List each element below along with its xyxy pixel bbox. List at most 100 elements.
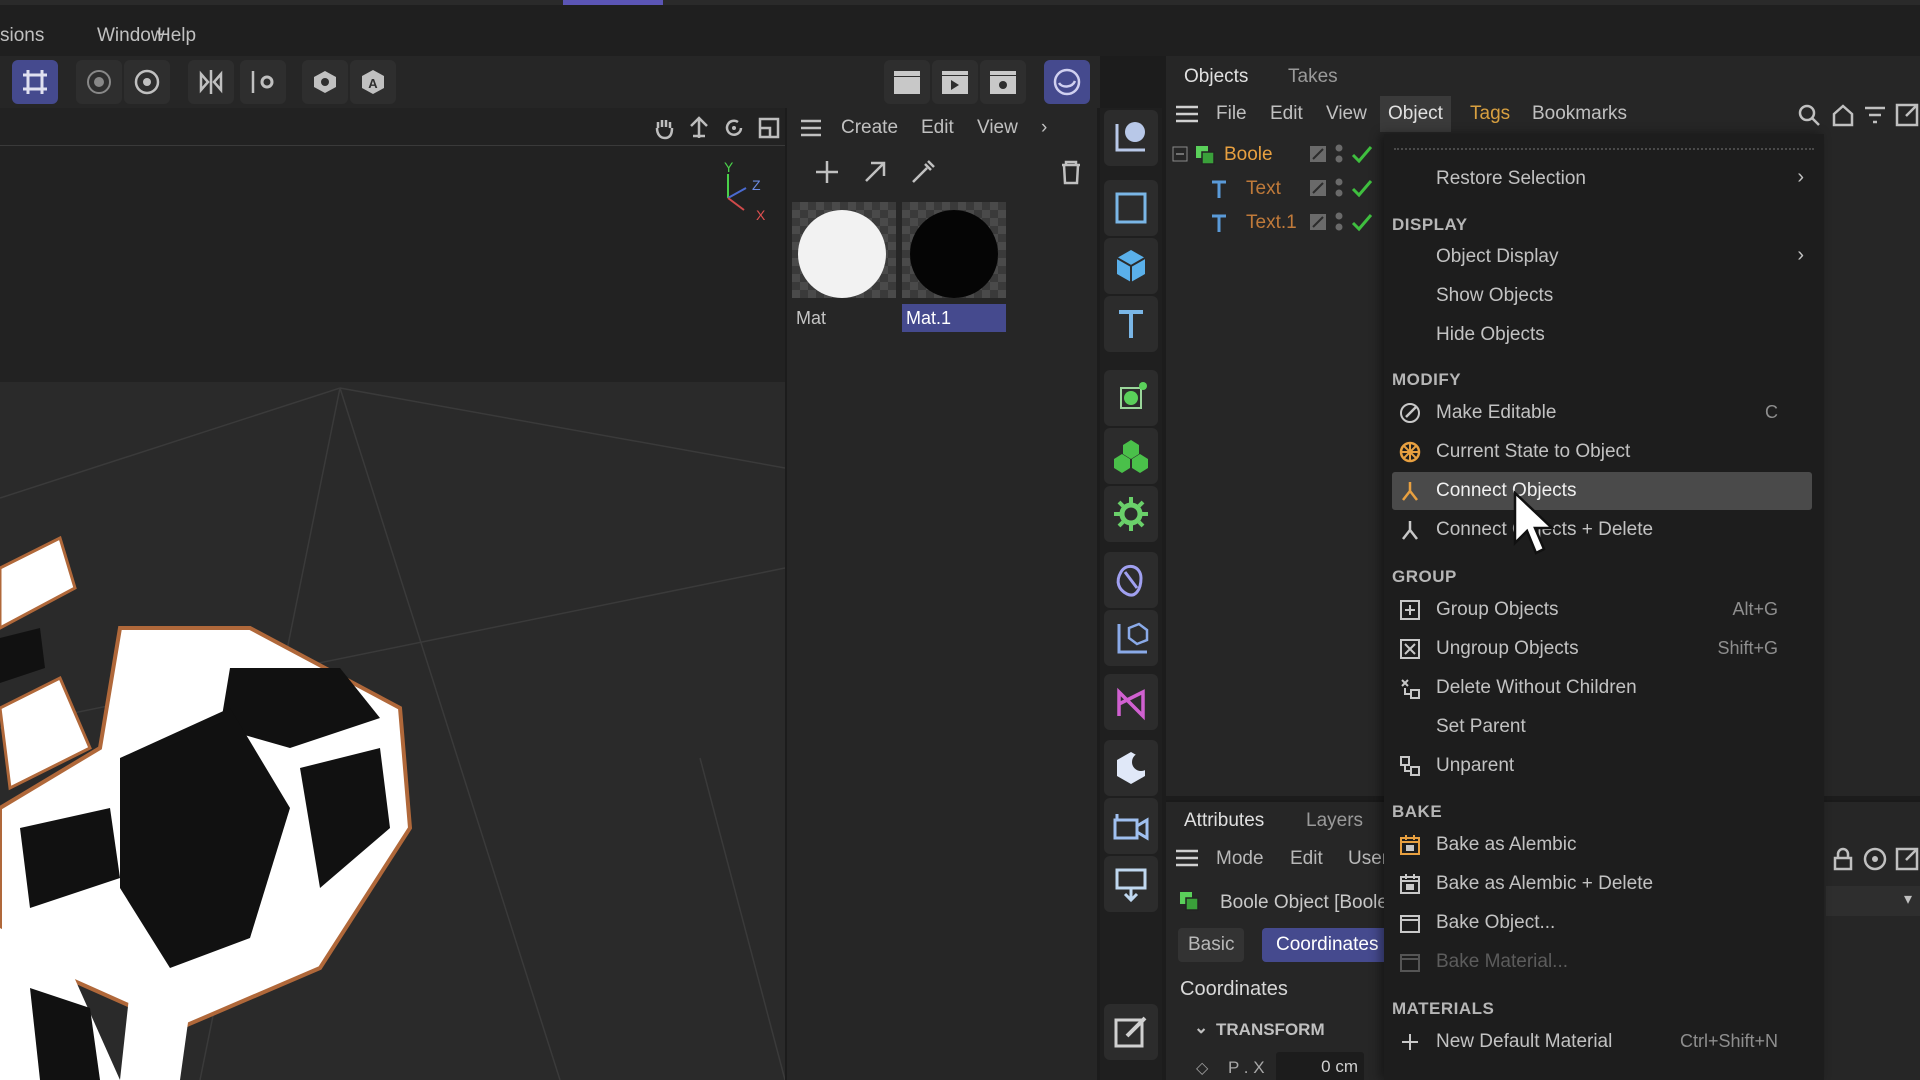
tab-takes[interactable]: Takes [1288,66,1338,88]
edit-lock-icon[interactable] [1308,144,1328,164]
diamond-icon[interactable]: ◇ [1196,1058,1208,1078]
edit-lock-icon[interactable] [1308,178,1328,198]
attributes-menu-mode[interactable]: Mode [1216,848,1264,870]
cube-button[interactable] [1104,238,1158,294]
environment-button[interactable] [1104,740,1158,796]
new-window-icon[interactable] [1894,102,1920,128]
symmetry-settings-button[interactable] [240,60,286,104]
menu-unparent[interactable]: Unparent [1392,747,1812,785]
menu-new-default-material[interactable]: New Default Material Ctrl+Shift+N [1392,1023,1812,1061]
effector-button[interactable] [1104,486,1158,542]
visibility-dots-icon[interactable] [1334,210,1344,234]
add-icon[interactable] [813,158,841,186]
menu-show-objects[interactable]: Show Objects [1392,277,1812,315]
tab-attributes[interactable]: Attributes [1184,810,1264,832]
menu-object-display[interactable]: Object Display › [1392,238,1812,276]
menu-bake-object[interactable]: Bake Object... [1392,904,1812,942]
chevron-right-icon[interactable]: › [1041,117,1047,139]
menu-delete-without-children[interactable]: Delete Without Children [1392,669,1812,707]
objects-menu-edit[interactable]: Edit [1270,103,1303,125]
material-label-mat1[interactable]: Mat.1 [902,304,1006,332]
hamburger-menu-icon[interactable] [799,118,823,138]
menu-extensions[interactable]: sions [0,25,44,47]
eyedropper-icon[interactable] [909,158,937,186]
render-settings-button[interactable] [980,60,1026,104]
object-name-text[interactable]: Text [1246,178,1281,200]
subtab-basic[interactable]: Basic [1178,928,1245,962]
snap-grid-button[interactable] [12,60,58,104]
attributes-menu-user[interactable]: User [1348,848,1388,870]
menu-restore-selection[interactable]: Restore Selection › [1392,160,1812,198]
subtab-coordinates[interactable]: Coordinates [1262,928,1393,962]
light-button[interactable] [1104,856,1158,912]
objects-menu-tags[interactable]: Tags [1470,103,1510,125]
menu-connect-objects-delete[interactable]: Connect Objects + Delete [1392,511,1812,549]
menu-bake-as-alembic-delete[interactable]: Bake as Alembic + Delete [1392,865,1812,903]
menu-make-editable[interactable]: Make Editable C [1392,394,1812,432]
tear-off-handle[interactable] [1394,148,1814,150]
px-value-field[interactable]: 0 cm [1276,1052,1364,1080]
redshift-button[interactable] [1044,60,1090,104]
auto-key-button[interactable]: A [350,60,396,104]
material-menu-edit[interactable]: Edit [921,117,954,139]
target-button[interactable] [124,60,170,104]
hamburger-menu-icon[interactable] [1174,848,1200,870]
objects-menu-bookmarks[interactable]: Bookmarks [1532,103,1627,125]
objects-menu-view[interactable]: View [1326,103,1367,125]
rectangle-tool-button[interactable] [1104,180,1158,236]
menu-hide-objects[interactable]: Hide Objects [1392,316,1812,354]
enabled-check-icon[interactable] [1350,177,1374,199]
material-preview-mat1[interactable] [902,202,1006,298]
collapse-icon[interactable] [1172,146,1188,162]
objects-menu-file[interactable]: File [1216,103,1247,125]
cloner-button[interactable] [1104,428,1158,484]
visibility-dots-icon[interactable] [1334,142,1344,166]
menu-set-parent[interactable]: Set Parent [1392,708,1812,746]
menu-help[interactable]: Help [157,25,196,47]
objects-menu-object[interactable]: Object [1380,96,1451,132]
lock-icon[interactable] [1830,846,1856,872]
material-menu-create[interactable]: Create [841,117,898,139]
spline-button[interactable] [1104,674,1158,730]
search-icon[interactable] [1796,102,1822,128]
group-transform[interactable]: TRANSFORM [1216,1020,1325,1040]
hamburger-menu-icon[interactable] [1174,104,1200,126]
edit-mode-button[interactable] [1104,1004,1158,1060]
filter-icon[interactable] [1862,102,1888,128]
menu-current-state-to-object[interactable]: Current State to Object [1392,433,1812,471]
field-button[interactable] [1104,610,1158,666]
live-selection-button[interactable] [1104,110,1158,166]
target-icon[interactable] [1862,846,1888,872]
attributes-menu-edit[interactable]: Edit [1290,848,1323,870]
arrow-out-icon[interactable] [861,158,889,186]
visibility-button[interactable] [302,60,348,104]
object-name-text1[interactable]: Text.1 [1246,212,1297,234]
soft-selection-button[interactable] [76,60,122,104]
menu-ungroup-objects[interactable]: Ungroup Objects Shift+G [1392,630,1812,668]
chevron-down-icon[interactable]: ⌄ [1194,1018,1208,1038]
3d-viewport[interactable]: Y Z X [0,108,785,1080]
edit-lock-icon[interactable] [1308,212,1328,232]
menu-window[interactable]: Window [97,25,165,47]
object-name-boole[interactable]: Boole [1224,144,1273,166]
dropdown[interactable]: ▾ [1826,886,1920,916]
enabled-check-icon[interactable] [1350,211,1374,233]
particles-button[interactable] [1104,370,1158,426]
symmetry-button[interactable] [188,60,234,104]
trash-icon[interactable] [1057,158,1085,186]
tab-layers[interactable]: Layers [1306,810,1363,832]
home-icon[interactable] [1830,102,1856,128]
tab-objects[interactable]: Objects [1184,66,1248,88]
menu-group-objects[interactable]: Group Objects Alt+G [1392,591,1812,629]
material-label-mat[interactable]: Mat [792,304,896,332]
enabled-check-icon[interactable] [1350,143,1374,165]
render-view-button[interactable] [884,60,930,104]
menu-bake-as-alembic[interactable]: Bake as Alembic [1392,826,1812,864]
text-button[interactable] [1104,296,1158,352]
material-menu-view[interactable]: View [977,117,1018,139]
menu-connect-objects[interactable]: Connect Objects [1392,472,1812,510]
material-preview-mat[interactable] [792,202,896,298]
new-window-icon[interactable] [1894,846,1920,872]
visibility-dots-icon[interactable] [1334,176,1344,200]
deformer-button[interactable] [1104,552,1158,608]
